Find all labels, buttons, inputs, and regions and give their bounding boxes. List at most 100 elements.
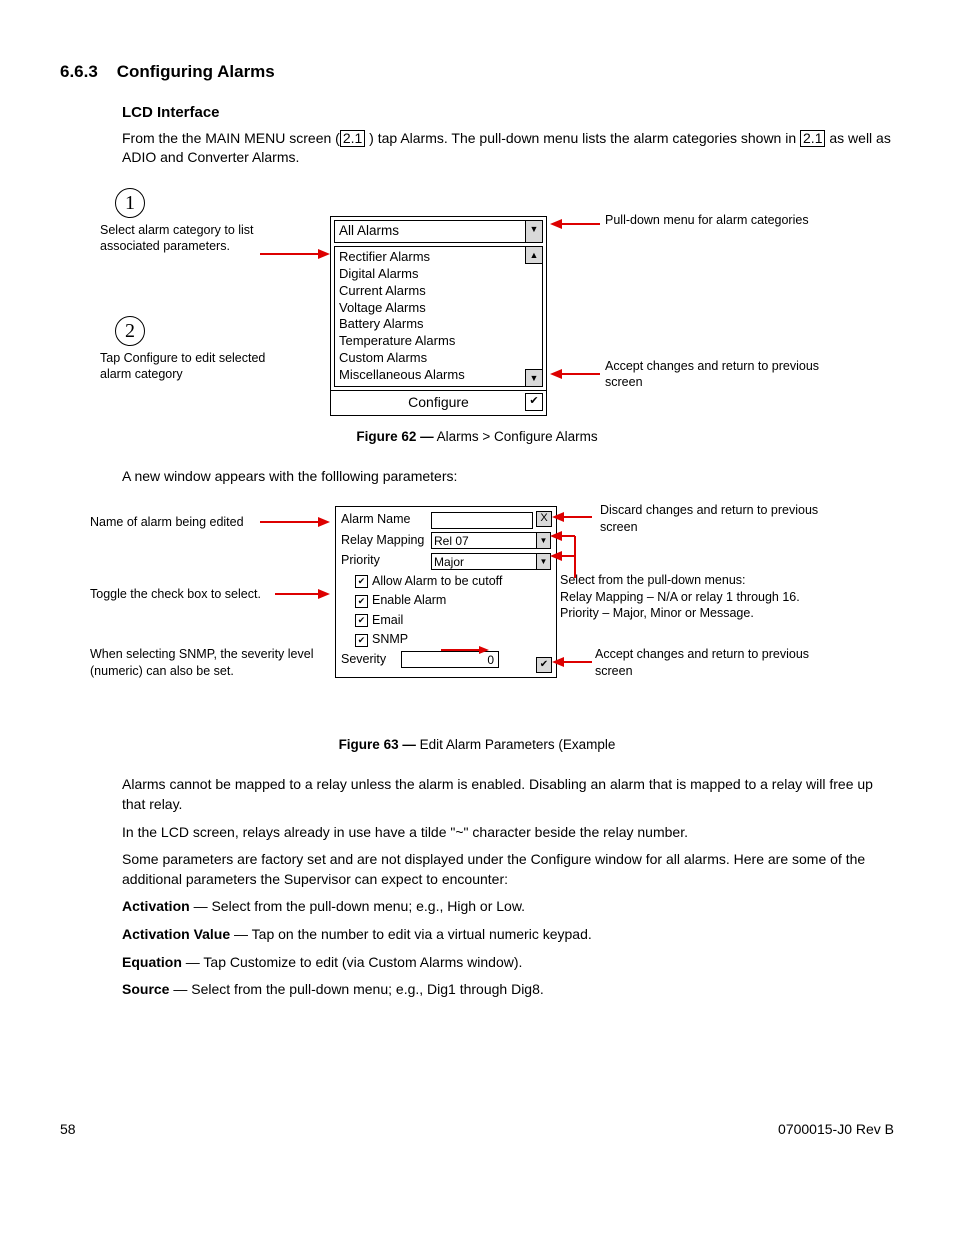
alarm-name-field[interactable] xyxy=(431,512,533,529)
figure-62: 1 Select alarm category to list associat… xyxy=(60,188,894,398)
para2: In the LCD screen, relays already in use… xyxy=(122,823,894,843)
chevron-down-icon[interactable]: ▼ xyxy=(525,221,542,242)
chk3-label: Email xyxy=(372,613,403,627)
callout-select: Select from the pull-down menus: Relay M… xyxy=(560,572,840,621)
list-item[interactable]: Battery Alarms xyxy=(339,316,524,333)
list-item[interactable]: Current Alarms xyxy=(339,283,524,300)
checkbox-enable-alarm[interactable]: ✔ Enable Alarm xyxy=(355,592,551,610)
para3: Some parameters are factory set and are … xyxy=(122,850,894,889)
figure-63: Name of alarm being edited Toggle the ch… xyxy=(60,506,894,686)
chevron-down-icon[interactable]: ▼ xyxy=(536,554,550,569)
select-line-c: Priority – Major, Minor or Message. xyxy=(560,605,840,621)
ref-link-2[interactable]: 2.1 xyxy=(800,130,825,147)
section-heading: 6.6.3 Configuring Alarms xyxy=(60,60,894,84)
page-footer: 58 0700015-J0 Rev B xyxy=(60,1120,894,1140)
eq-t: — Tap Customize to edit (via Custom Alar… xyxy=(182,954,523,970)
section-number: 6.6.3 xyxy=(60,62,98,81)
list-item[interactable]: Custom Alarms xyxy=(339,350,524,367)
fig63-caption-label: Figure 63 — xyxy=(339,737,416,752)
chk1-label: Allow Alarm to be cutoff xyxy=(372,574,502,588)
alarm-category-dropdown[interactable]: All Alarms ▼ xyxy=(334,220,543,243)
section-title: Configuring Alarms xyxy=(117,62,275,81)
checkbox-icon[interactable]: ✔ xyxy=(355,595,368,608)
chevron-down-icon[interactable]: ▼ xyxy=(536,533,550,548)
para1: Alarms cannot be mapped to a relay unles… xyxy=(122,775,894,814)
param-source: Source — Select from the pull-down menu;… xyxy=(122,980,894,1000)
accept-check-icon[interactable]: ✔ xyxy=(525,393,543,411)
checkbox-icon[interactable]: ✔ xyxy=(355,575,368,588)
alarm-category-list[interactable]: ▲ Rectifier Alarms Digital Alarms Curren… xyxy=(334,246,543,387)
configure-label: Configure xyxy=(408,394,469,410)
src-t: — Select from the pull-down menu; e.g., … xyxy=(169,981,543,997)
list-item[interactable]: Miscellaneous Alarms xyxy=(339,367,524,384)
ref-link-1[interactable]: 2.1 xyxy=(340,130,365,147)
alarm-edit-panel: X Alarm Name Relay Mapping Rel 07 ▼ Prio… xyxy=(335,506,557,678)
red-arrow-accept xyxy=(550,368,600,380)
src-b: Source xyxy=(122,981,169,997)
red-arrow-pulldown xyxy=(550,218,600,230)
red-arrow-name xyxy=(260,516,330,528)
step-2-num: 2 xyxy=(125,317,135,345)
fig62-caption-label: Figure 62 — xyxy=(356,429,433,444)
relay-value: Rel 07 xyxy=(434,534,469,548)
step-1-circle: 1 xyxy=(115,188,145,218)
list-item[interactable]: Voltage Alarms xyxy=(339,300,524,317)
severity-label: Severity xyxy=(341,651,401,669)
sub-heading: LCD Interface xyxy=(122,102,894,123)
alarm-name-label: Alarm Name xyxy=(341,511,431,529)
page-number: 58 xyxy=(60,1120,76,1140)
accept-check-icon[interactable]: ✔ xyxy=(536,657,552,673)
pulldown-callout: Pull-down menu for alarm categories xyxy=(605,212,855,228)
step-2-text: Tap Configure to edit selected alarm cat… xyxy=(100,350,280,383)
scroll-down-icon[interactable]: ▼ xyxy=(525,369,542,386)
intro-b: ) tap Alarms. The pull-down menu lists t… xyxy=(365,130,800,146)
actval-t: — Tap on the number to edit via a virtua… xyxy=(230,926,592,942)
configure-button[interactable]: Configure ✔ xyxy=(331,390,546,415)
checkbox-allow-cutoff[interactable]: ✔ Allow Alarm to be cutoff xyxy=(355,573,551,591)
doc-id: 0700015-J0 Rev B xyxy=(778,1120,894,1140)
callout-alarm-name: Name of alarm being edited xyxy=(90,514,270,530)
checkbox-email[interactable]: ✔ Email xyxy=(355,612,551,630)
mid-paragraph: A new window appears with the folllowing… xyxy=(122,467,894,487)
chk2-label: Enable Alarm xyxy=(372,593,446,607)
select-line-a: Select from the pull-down menus: xyxy=(560,572,840,588)
dropdown-selected: All Alarms xyxy=(339,223,399,238)
alarm-category-panel: All Alarms ▼ ▲ Rectifier Alarms Digital … xyxy=(330,216,547,416)
list-item[interactable]: Digital Alarms xyxy=(339,266,524,283)
intro-a: From the the MAIN MENU screen ( xyxy=(122,130,340,146)
close-icon[interactable]: X xyxy=(536,511,552,527)
step-1-text: Select alarm category to list associated… xyxy=(100,222,280,255)
fig63-caption-text: Edit Alarm Parameters (Example xyxy=(416,737,616,752)
checkbox-icon[interactable]: ✔ xyxy=(355,634,368,647)
callout-accept2: Accept changes and return to previous sc… xyxy=(595,646,835,679)
actval-b: Activation Value xyxy=(122,926,230,942)
list-item[interactable]: Temperature Alarms xyxy=(339,333,524,350)
intro-paragraph: From the the MAIN MENU screen (2.1 ) tap… xyxy=(122,129,894,168)
red-arrow-severity xyxy=(441,645,489,655)
priority-dropdown[interactable]: Major ▼ xyxy=(431,553,551,570)
relay-mapping-dropdown[interactable]: Rel 07 ▼ xyxy=(431,532,551,549)
checkbox-icon[interactable]: ✔ xyxy=(355,614,368,627)
list-item[interactable]: Rectifier Alarms xyxy=(339,249,524,266)
eq-b: Equation xyxy=(122,954,182,970)
chk4-label: SNMP xyxy=(372,632,408,646)
param-activation-value: Activation Value — Tap on the number to … xyxy=(122,925,894,945)
accept-callout: Accept changes and return to previous sc… xyxy=(605,358,855,391)
callout-toggle: Toggle the check box to select. xyxy=(90,586,290,602)
relay-mapping-label: Relay Mapping xyxy=(341,532,431,550)
red-arrow-discard xyxy=(552,511,592,523)
priority-value: Major xyxy=(434,555,464,569)
activation-b: Activation xyxy=(122,898,190,914)
step-2-circle: 2 xyxy=(115,316,145,346)
red-arrow-step1 xyxy=(260,248,330,260)
figure-62-caption: Figure 62 — Alarms > Configure Alarms xyxy=(60,428,894,447)
red-arrow-toggle xyxy=(275,588,330,600)
callout-discard: Discard changes and return to previous s… xyxy=(600,502,840,535)
red-arrow-accept2 xyxy=(552,656,592,668)
priority-label: Priority xyxy=(341,552,431,570)
param-equation: Equation — Tap Customize to edit (via Cu… xyxy=(122,953,894,973)
scroll-up-icon[interactable]: ▲ xyxy=(525,247,542,264)
fig62-caption-text: Alarms > Configure Alarms xyxy=(434,429,598,444)
activation-t: — Select from the pull-down menu; e.g., … xyxy=(190,898,525,914)
step-1-num: 1 xyxy=(125,189,135,217)
